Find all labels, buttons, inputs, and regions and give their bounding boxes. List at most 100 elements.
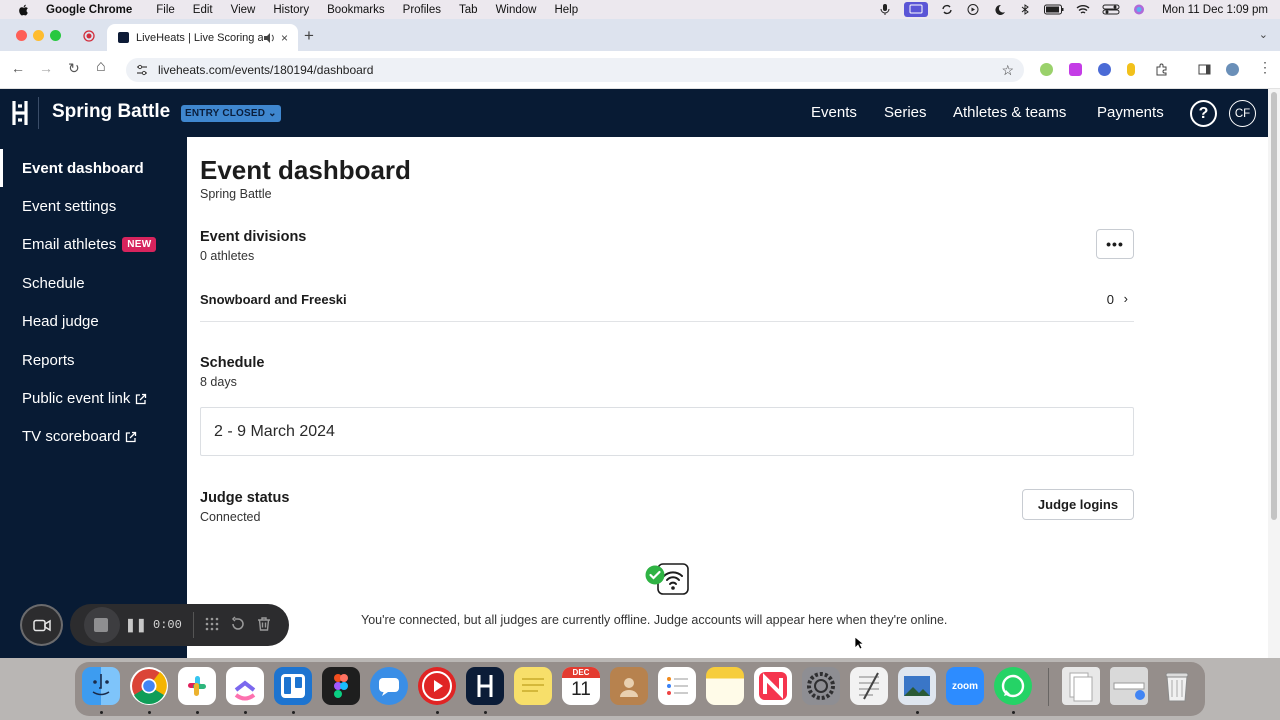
window-close-button[interactable] (16, 30, 27, 41)
play-circle-icon[interactable] (966, 4, 980, 15)
trello-icon[interactable] (274, 667, 312, 705)
sidebar-item-event-dashboard[interactable]: Event dashboard (22, 160, 144, 177)
drag-handle-icon[interactable] (204, 616, 220, 632)
mouse-cursor-icon (854, 636, 864, 650)
running-indicator (436, 711, 439, 714)
restart-icon[interactable] (230, 616, 246, 632)
nav-athletes-teams[interactable]: Athletes & teams (953, 104, 1066, 121)
zoom-icon[interactable]: zoom (946, 667, 984, 705)
stickies-icon[interactable] (514, 667, 552, 705)
reload-button[interactable]: ↻ (68, 60, 80, 77)
calendar-day: 11 (571, 679, 591, 700)
menu-history[interactable]: History (273, 4, 309, 16)
forward-button[interactable]: → (39, 60, 53, 76)
microphone-icon[interactable] (878, 4, 892, 15)
messages-icon[interactable] (370, 667, 408, 705)
extension-icon[interactable] (1069, 63, 1082, 76)
preview-icon[interactable] (898, 667, 936, 705)
menubar-clock[interactable]: Mon 11 Dec 1:09 pm (1162, 4, 1268, 16)
back-button[interactable]: ← (11, 60, 25, 76)
sidebar-item-public-event-link[interactable]: Public event link (22, 390, 147, 407)
finder-icon[interactable] (82, 667, 120, 705)
tab-list-chevron-icon[interactable]: ⌄ (1259, 28, 1268, 41)
tab-audio-icon[interactable] (263, 32, 275, 44)
trash-bin-icon[interactable] (1158, 667, 1196, 705)
menu-window[interactable]: Window (496, 4, 537, 16)
page-scrollbar-thumb[interactable] (1271, 92, 1277, 520)
browser-tab-active[interactable]: LiveHeats | Live Scoring a × (107, 24, 298, 51)
entry-status-badge[interactable]: ENTRY CLOSED ⌄ (181, 105, 281, 122)
bluetooth-icon[interactable] (1018, 4, 1032, 15)
system-settings-icon[interactable] (802, 667, 840, 705)
home-button[interactable]: ⌂ (96, 58, 106, 76)
side-panel-icon[interactable] (1198, 63, 1211, 76)
site-info-icon[interactable] (136, 64, 148, 76)
sidebar-item-reports[interactable]: Reports (22, 352, 75, 369)
textedit-icon[interactable] (850, 667, 888, 705)
profile-avatar-icon[interactable] (1226, 63, 1239, 76)
nav-payments[interactable]: Payments (1097, 104, 1164, 121)
sidebar-item-schedule[interactable]: Schedule (22, 275, 85, 292)
notes-icon[interactable] (706, 667, 744, 705)
chrome-icon[interactable] (130, 667, 168, 705)
menu-view[interactable]: View (231, 4, 256, 16)
puzzle-extensions-icon[interactable] (1155, 63, 1168, 76)
control-center-icon[interactable] (1102, 4, 1120, 15)
sync-icon[interactable] (940, 4, 954, 15)
figma-icon[interactable] (322, 667, 360, 705)
menu-file[interactable]: File (156, 4, 175, 16)
window-minimize-button[interactable] (33, 30, 44, 41)
sidebar-item-event-settings[interactable]: Event settings (22, 198, 116, 215)
clickup-icon[interactable] (226, 667, 264, 705)
battery-icon[interactable] (1044, 4, 1064, 15)
moon-icon[interactable] (992, 4, 1006, 15)
pause-button[interactable]: ❚❚ (125, 617, 147, 633)
liveheats-app-icon[interactable] (466, 667, 504, 705)
documents-stack-icon[interactable] (1062, 667, 1100, 705)
division-row[interactable]: Snowboard and Freeski 0 › (200, 286, 1134, 322)
user-avatar[interactable]: CF (1229, 100, 1256, 127)
bookmark-star-icon[interactable]: ☆ (1001, 62, 1014, 79)
menubar-app-name[interactable]: Google Chrome (46, 4, 132, 16)
youtube-icon[interactable] (418, 667, 456, 705)
sidebar-item-head-judge[interactable]: Head judge (22, 313, 99, 330)
schedule-duration: 8 days (200, 375, 237, 389)
nav-series[interactable]: Series (884, 104, 927, 121)
wifi-icon[interactable] (1076, 4, 1090, 15)
reminders-icon[interactable] (658, 667, 696, 705)
window-zoom-button[interactable] (50, 30, 61, 41)
siri-icon[interactable] (1132, 4, 1146, 15)
new-tab-button[interactable]: + (304, 26, 314, 46)
extension-icon[interactable] (1098, 63, 1111, 76)
tab-close-icon[interactable]: × (281, 31, 288, 45)
apple-icon[interactable] (16, 3, 32, 17)
extension-icon[interactable] (1040, 63, 1053, 76)
extension-icon[interactable] (1127, 63, 1135, 76)
url-text[interactable]: liveheats.com/events/180194/dashboard (158, 63, 1001, 77)
chrome-menu-icon[interactable]: ⋮ (1258, 59, 1272, 76)
slack-icon[interactable] (178, 667, 216, 705)
running-indicator (100, 711, 103, 714)
sidebar-item-email-athletes[interactable]: Email athletes NEW (22, 236, 157, 253)
sidebar-item-tv-scoreboard[interactable]: TV scoreboard (22, 428, 137, 445)
address-bar[interactable]: liveheats.com/events/180194/dashboard ☆ (126, 58, 1024, 82)
trash-icon[interactable] (256, 616, 272, 632)
contacts-icon[interactable] (610, 667, 648, 705)
menu-edit[interactable]: Edit (193, 4, 213, 16)
divisions-more-button[interactable]: ••• (1096, 229, 1134, 259)
news-icon[interactable] (754, 667, 792, 705)
menu-profiles[interactable]: Profiles (403, 4, 441, 16)
whatsapp-icon[interactable] (994, 667, 1032, 705)
judge-logins-button[interactable]: Judge logins (1022, 489, 1134, 520)
liveheats-logo-icon[interactable] (12, 100, 28, 126)
sidebar-item-label: Event settings (22, 198, 117, 215)
menu-bookmarks[interactable]: Bookmarks (327, 4, 385, 16)
nav-events[interactable]: Events (811, 104, 857, 121)
help-button[interactable]: ? (1190, 100, 1217, 127)
downloads-stack-icon[interactable] (1110, 667, 1148, 705)
screen-mirror-icon[interactable] (904, 2, 929, 17)
recorder-camera-button[interactable] (20, 604, 63, 646)
menu-tab[interactable]: Tab (459, 4, 478, 16)
calendar-icon[interactable]: DEC 11 (562, 667, 600, 705)
menu-help[interactable]: Help (554, 4, 578, 16)
